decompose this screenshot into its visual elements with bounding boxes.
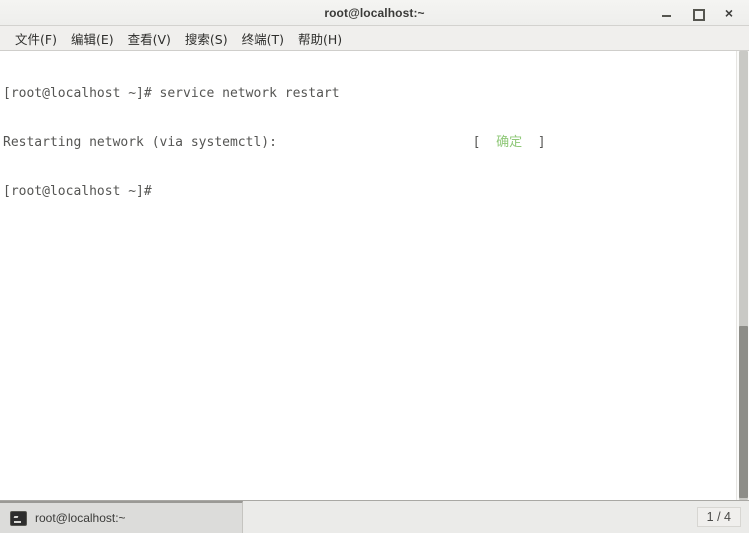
scrollbar-thumb[interactable] bbox=[739, 326, 748, 498]
terminal-line-prompt: [root@localhost ~]# bbox=[3, 183, 160, 199]
terminal-output[interactable]: [root@localhost ~]# service network rest… bbox=[0, 51, 736, 500]
minimize-button-icon[interactable] bbox=[660, 6, 674, 20]
menu-item-file[interactable]: 文件(F) bbox=[8, 27, 64, 50]
menu-item-terminal[interactable]: 终端(T) bbox=[235, 27, 291, 50]
terminal-tab-label: root@localhost:~ bbox=[35, 511, 126, 525]
terminal-line-command: [root@localhost ~]# service network rest… bbox=[3, 86, 340, 102]
status-ok-text: 确定 bbox=[496, 135, 523, 150]
menu-item-search[interactable]: 搜索(S) bbox=[178, 27, 235, 50]
terminal-tab[interactable]: root@localhost:~ bbox=[0, 501, 243, 533]
terminal-scrollbar[interactable] bbox=[736, 51, 749, 500]
window-controls: × bbox=[660, 6, 749, 21]
menu-bar: 文件(F) 编辑(E) 查看(V) 搜索(S) 终端(T) 帮助(H) bbox=[0, 26, 749, 51]
title-bar: root@localhost:~ × bbox=[0, 0, 749, 26]
terminal-body: [root@localhost ~]# service network rest… bbox=[0, 51, 749, 500]
menu-item-edit[interactable]: 编辑(E) bbox=[64, 27, 121, 50]
close-button-icon[interactable]: × bbox=[722, 6, 736, 20]
terminal-status-suffix: ] bbox=[522, 135, 546, 150]
terminal-status-prefix: Restarting network (via systemctl): [ bbox=[3, 135, 497, 150]
status-bar: root@localhost:~ 1 / 4 bbox=[0, 500, 749, 533]
terminal-icon bbox=[10, 510, 27, 526]
maximize-button-icon[interactable] bbox=[691, 6, 705, 21]
page-indicator: 1 / 4 bbox=[696, 507, 741, 527]
terminal-line-status: Restarting network (via systemctl): [ 确定… bbox=[3, 135, 736, 151]
window-title: root@localhost:~ bbox=[324, 5, 425, 20]
menu-item-view[interactable]: 查看(V) bbox=[121, 27, 178, 50]
menu-item-help[interactable]: 帮助(H) bbox=[291, 27, 349, 50]
status-bar-filler bbox=[243, 501, 697, 533]
terminal-window: root@localhost:~ × 文件(F) 编辑(E) 查看(V) 搜索(… bbox=[0, 0, 749, 533]
